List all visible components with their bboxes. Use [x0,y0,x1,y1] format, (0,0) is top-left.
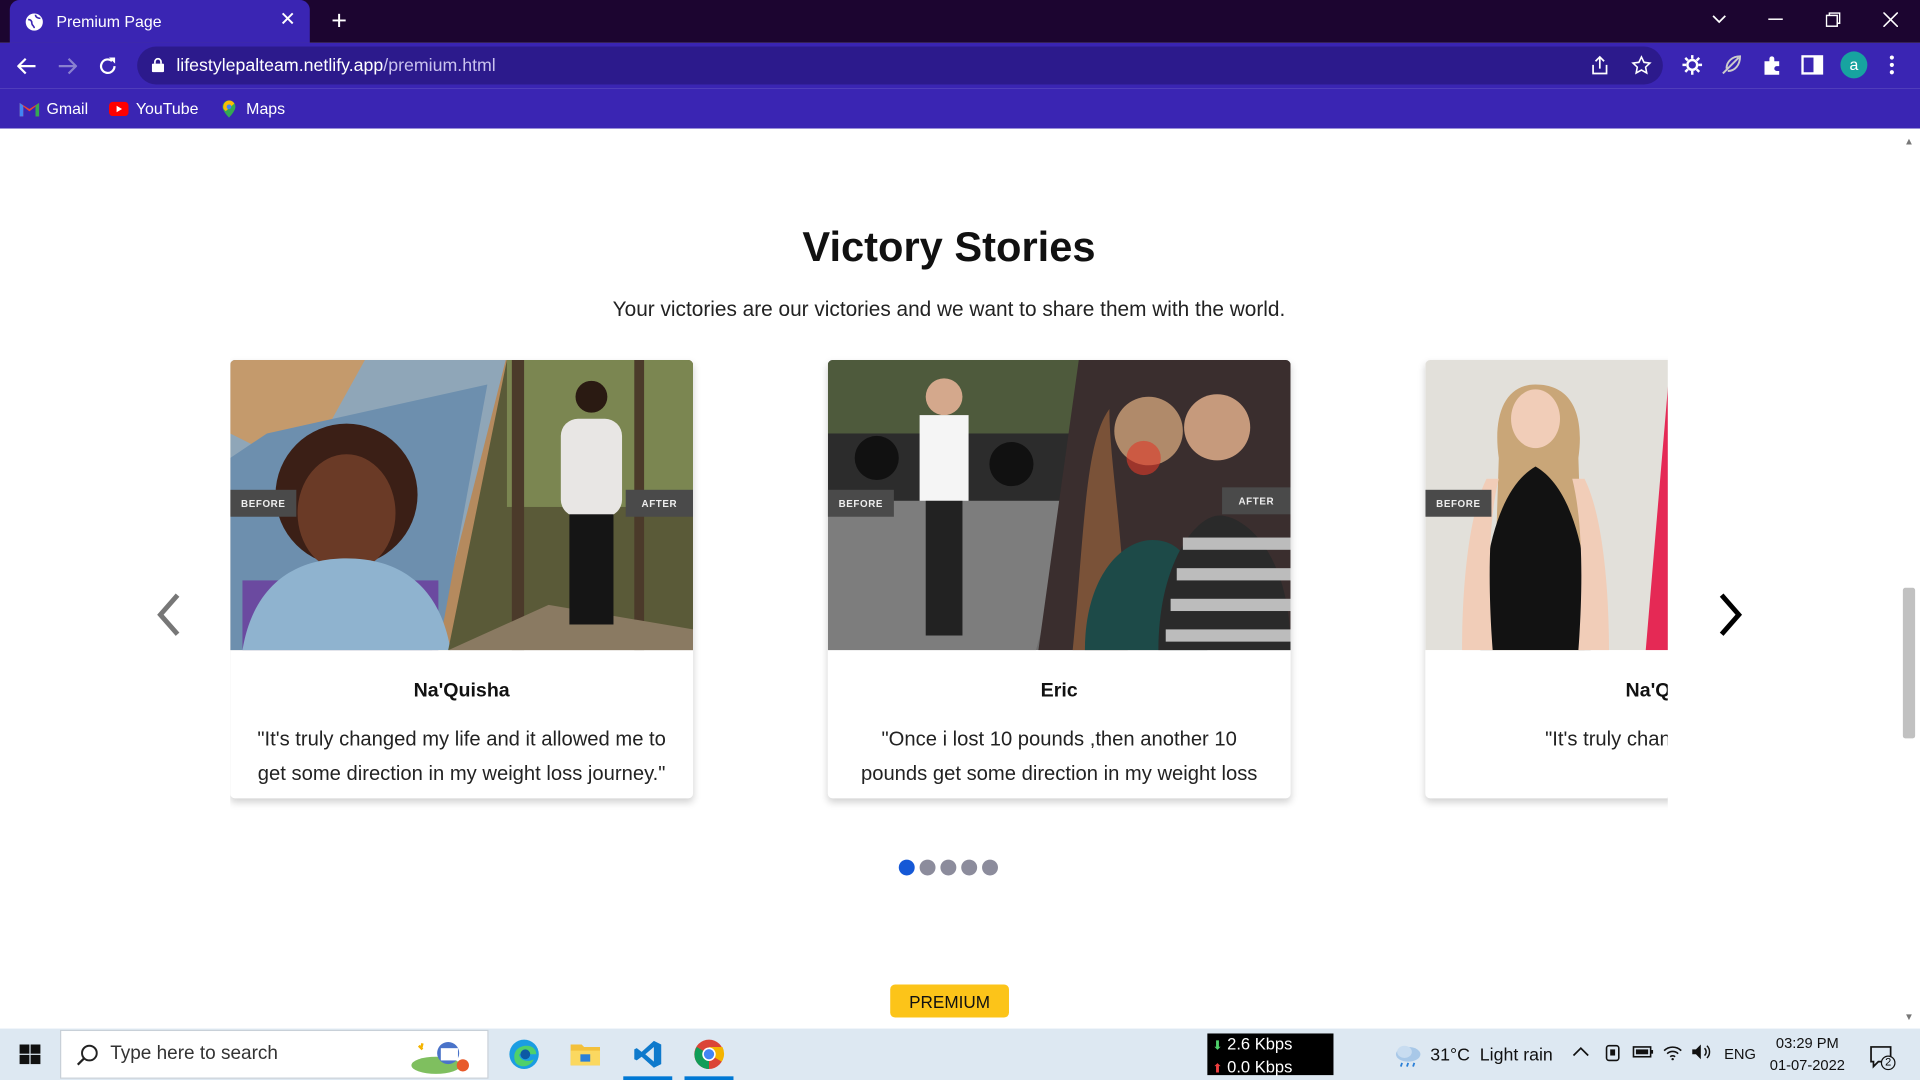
before-label: BEFORE [230,489,297,517]
browser-tab-strip: Premium Page ✕ + [0,0,1920,43]
close-window-button[interactable] [1862,0,1918,39]
profile-avatar[interactable]: a [1840,51,1868,79]
bookmark-star-icon[interactable] [1631,55,1652,76]
search-icon [76,1044,98,1066]
forward-button[interactable] [51,50,83,82]
before-after-photo: BEFORE [1425,360,1668,651]
bookmark-maps[interactable]: Maps [219,99,285,118]
net-down: 2.6 Kbps [1227,1034,1293,1054]
vscode-icon [634,1040,662,1068]
taskbar-clock[interactable]: 03:29 PM 01-07-2022 [1761,1032,1854,1076]
story-card: BEFORE Na'Qui "It's truly changed my lif… [1425,360,1668,799]
taskbar-file-explorer[interactable] [556,1029,615,1080]
browser-menu-icon[interactable] [1880,53,1904,77]
scroll-up-arrow[interactable]: ▲ [1903,136,1915,148]
clock-time: 03:29 PM [1775,1034,1839,1052]
bookmarks-bar: Gmail YouTube Maps [0,88,1920,129]
before-after-photo: BEFORE AFTER [827,360,1291,651]
story-quote: "Once i lost 10 pounds ,then another 10 … [860,728,1258,799]
before-after-photo: BEFORE AFTER [230,360,694,651]
taskbar-vscode[interactable] [618,1029,677,1080]
windows-start-icon[interactable] [10,1041,52,1068]
story-name: Eric [1040,680,1078,702]
bookmark-youtube[interactable]: YouTube [108,99,198,118]
wifi-icon[interactable] [1663,1043,1683,1061]
restore-button[interactable] [1805,0,1861,39]
globe-icon [25,12,43,31]
search-highlight-icon [411,1042,469,1074]
extension-gear-icon[interactable] [1680,53,1704,77]
before-label: BEFORE [1425,489,1492,517]
chrome-icon [694,1039,725,1069]
show-hidden-icons-chevron[interactable] [1572,1043,1589,1060]
volume-icon[interactable] [1691,1043,1713,1060]
youtube-icon [108,101,129,116]
carousel-prev-arrow[interactable] [151,590,188,639]
after-label: AFTER [1222,487,1291,515]
network-speed-widget: ⬇ 2.6 Kbps ⬆ 0.0 Kbps [1207,1033,1334,1077]
extension-feather-icon[interactable] [1719,53,1743,77]
meet-now-icon[interactable] [1604,1043,1621,1063]
carousel-dot[interactable] [982,859,998,876]
clock-date: 01-07-2022 [1769,1056,1845,1074]
minimize-button[interactable] [1747,0,1803,39]
carousel-dot[interactable] [961,859,978,876]
lock-icon [151,57,165,73]
side-panel-icon[interactable] [1800,53,1824,77]
tab-close-icon[interactable]: ✕ [278,10,298,31]
url-host: lifestylepalteam.netlify.app [176,55,384,76]
premium-button[interactable]: PREMIUM [890,984,1009,1018]
back-button[interactable] [11,50,43,82]
carousel-dots [898,859,1003,876]
maps-icon [222,99,236,117]
notification-center-icon[interactable]: 2 [1869,1043,1896,1071]
language-indicator[interactable]: ENG [1724,1046,1756,1063]
page-scrollbar[interactable]: ▲ ▼ [1897,128,1920,1029]
notification-count: 2 [1885,1055,1892,1068]
browser-toolbar: lifestylepalteam.netlify.app/premium.htm… [0,42,1920,89]
scroll-down-arrow[interactable]: ▼ [1903,1011,1915,1023]
tab-title: Premium Page [56,12,162,31]
extensions-puzzle-icon[interactable] [1760,53,1784,77]
search-placeholder: Type here to search [110,1043,278,1065]
story-quote: "It's truly changed my life [1545,728,1668,751]
tab-search-icon[interactable] [1691,0,1747,39]
carousel-next-arrow[interactable] [1712,590,1749,639]
gmail-icon [19,102,40,116]
browser-tab[interactable]: Premium Page ✕ [9,0,310,43]
address-bar[interactable]: lifestylepalteam.netlify.app/premium.htm… [137,46,1663,85]
carousel-dot[interactable] [919,859,936,876]
story-name: Na'Quisha [413,680,510,702]
carousel-dot[interactable] [898,859,915,876]
taskbar-edge[interactable] [495,1029,554,1080]
battery-icon[interactable] [1632,1043,1654,1060]
story-card: BEFORE AFTER Eric "Once i lost 10 pounds… [827,360,1291,799]
edge-icon [509,1039,539,1069]
rain-cloud-icon [1395,1045,1421,1067]
weather-widget[interactable]: 31°C Light rain [1393,1043,1553,1067]
folder-icon [570,1044,601,1066]
after-label: AFTER [625,489,694,517]
before-label: BEFORE [827,489,894,517]
taskbar-chrome[interactable] [680,1029,739,1080]
bookmark-gmail[interactable]: Gmail [19,99,89,118]
story-quote: "It's truly changed my life and it allow… [257,728,666,785]
reload-button[interactable] [92,50,124,82]
taskbar-search-input[interactable]: Type here to search [60,1029,489,1079]
weather-text: 31°C Light rain [1430,1045,1553,1066]
net-up: 0.0 Kbps [1227,1057,1293,1077]
story-card: BEFORE AFTER Na'Quisha "It's truly chang… [230,360,694,799]
share-icon[interactable] [1589,55,1610,76]
new-tab-button[interactable]: + [326,7,353,34]
page-content: Victory Stories Your victories are our v… [0,128,1898,1029]
carousel-dot[interactable] [940,859,957,876]
carousel-track: BEFORE AFTER Na'Quisha "It's truly chang… [230,129,1668,1029]
url-path: /premium.html [383,55,496,76]
story-name: Na'Qui [1625,680,1668,702]
windows-taskbar: Type here to search ⬇ 2.6 Kbps ⬆ 0.0 Kbp… [0,1028,1920,1080]
scroll-thumb[interactable] [1902,587,1916,739]
